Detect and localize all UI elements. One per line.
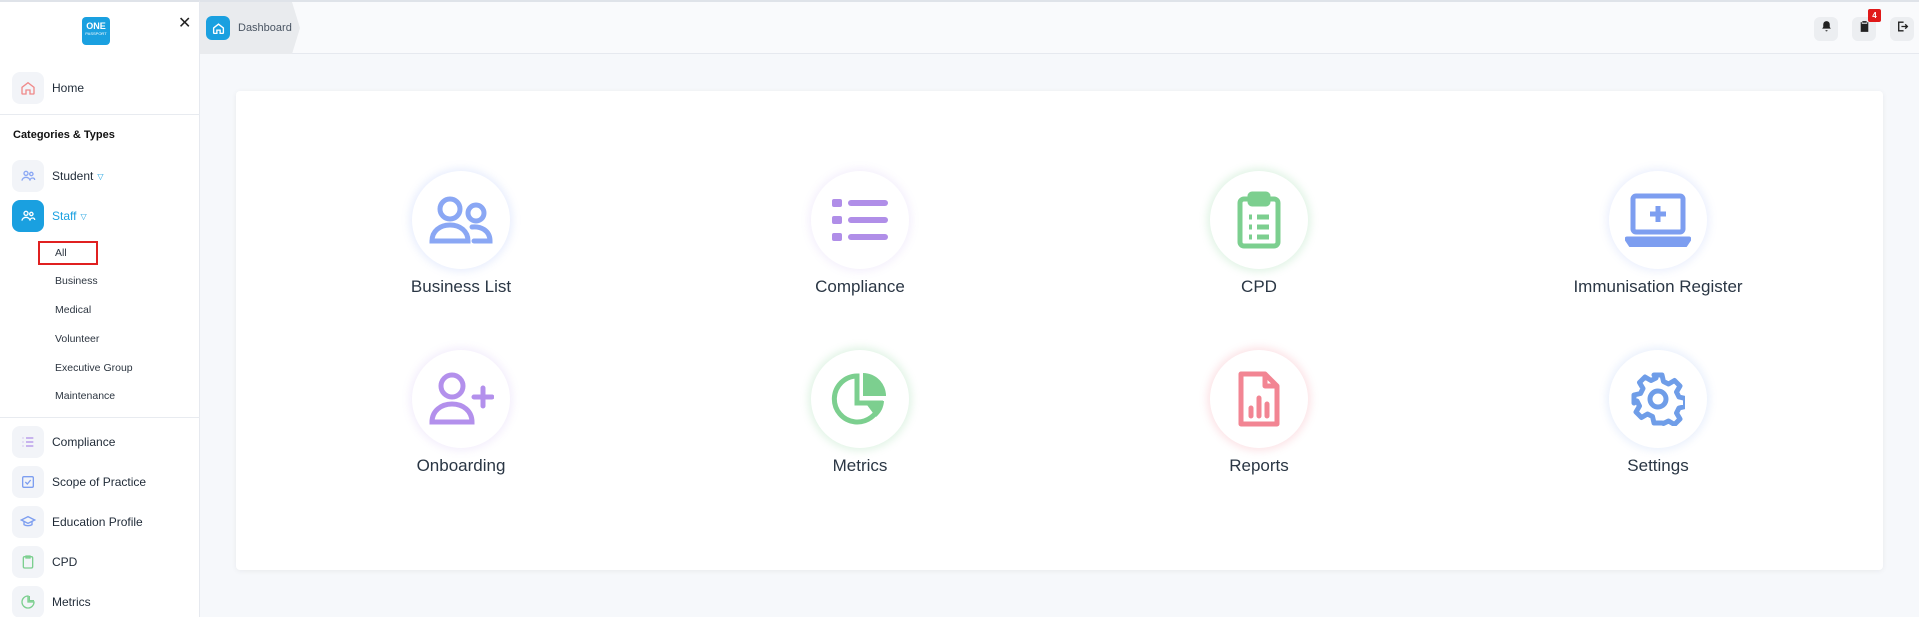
- users-icon: [12, 160, 44, 192]
- staff-sub-all[interactable]: All: [55, 247, 67, 259]
- sidebar-item-education-profile[interactable]: Education Profile: [12, 506, 143, 538]
- breadcrumb-label: Dashboard: [238, 22, 292, 34]
- tile-metrics[interactable]: Metrics: [760, 350, 960, 476]
- chevron-down-icon[interactable]: ▽: [80, 212, 86, 221]
- list-icon: [811, 171, 909, 269]
- tile-reports[interactable]: Reports: [1159, 350, 1359, 476]
- sidebar-item-label: CPD: [52, 555, 78, 569]
- tile-settings[interactable]: Settings: [1558, 350, 1758, 476]
- users-icon: [412, 171, 510, 269]
- tile-immunisation-register[interactable]: Immunisation Register: [1558, 171, 1758, 297]
- sidebar-item-metrics[interactable]: Metrics: [12, 586, 91, 617]
- sidebar-item-staff[interactable]: Staff ▽: [12, 200, 87, 232]
- sidebar: ONE PASSPORT ✕ Home Categories & Types S…: [0, 0, 200, 617]
- staff-sub-volunteer[interactable]: Volunteer: [55, 333, 99, 345]
- clipboard-icon: [1210, 171, 1308, 269]
- staff-sub-maintenance[interactable]: Maintenance: [55, 390, 115, 402]
- notifications-button[interactable]: [1814, 17, 1838, 41]
- laptop-plus-icon: [1609, 171, 1707, 269]
- home-icon: [12, 72, 44, 104]
- users-icon: [12, 200, 44, 232]
- logout-button[interactable]: [1890, 17, 1914, 41]
- tile-label: Business List: [410, 277, 512, 296]
- sidebar-item-student[interactable]: Student ▽: [12, 160, 104, 192]
- pie-chart-icon: [12, 586, 44, 617]
- home-icon: [206, 16, 230, 40]
- tile-compliance[interactable]: Compliance: [760, 171, 960, 297]
- report-file-icon: [1210, 350, 1308, 448]
- logout-icon: [1896, 20, 1909, 38]
- tile-label: Settings: [1627, 456, 1689, 475]
- sidebar-item-label: Home: [52, 81, 85, 95]
- sidebar-item-home[interactable]: Home: [12, 72, 84, 104]
- tile-cpd[interactable]: CPD: [1159, 171, 1359, 297]
- tile-label: Metrics: [832, 456, 888, 475]
- tile-label: CPD: [1241, 277, 1277, 296]
- clipboard-icon: [12, 546, 44, 578]
- pie-chart-icon: [811, 350, 909, 448]
- sidebar-item-cpd[interactable]: CPD: [12, 546, 77, 578]
- tile-label: Onboarding: [416, 456, 506, 475]
- topbar: Dashboard 4: [200, 0, 1919, 54]
- sidebar-item-compliance[interactable]: Compliance: [12, 426, 115, 458]
- highlight-box: [38, 241, 98, 265]
- section-title: Categories & Types: [13, 129, 115, 141]
- staff-sub-business[interactable]: Business: [55, 275, 98, 287]
- sidebar-item-label: Student: [52, 169, 94, 183]
- sidebar-item-label: Education Profile: [52, 515, 143, 529]
- gear-icon: [1609, 350, 1707, 448]
- graduation-cap-icon: [12, 506, 44, 538]
- tasks-button[interactable]: 4: [1852, 9, 1881, 41]
- sidebar-item-label: Scope of Practice: [52, 475, 147, 489]
- checkbox-icon: [12, 466, 44, 498]
- sidebar-item-label: Compliance: [52, 435, 116, 449]
- sidebar-item-label: Metrics: [52, 595, 91, 609]
- clipboard-icon: [1858, 20, 1871, 38]
- close-sidebar-icon[interactable]: ✕: [178, 16, 192, 32]
- tile-onboarding[interactable]: Onboarding: [361, 350, 561, 476]
- sidebar-item-label: Staff: [52, 209, 77, 223]
- chevron-down-icon[interactable]: ▽: [97, 172, 103, 181]
- tile-label: Compliance: [815, 277, 905, 296]
- notification-badge: 4: [1868, 9, 1881, 22]
- app-logo[interactable]: ONE PASSPORT: [82, 17, 110, 45]
- tile-label: Immunisation Register: [1573, 277, 1743, 296]
- divider: [0, 114, 200, 115]
- list-icon: [12, 426, 44, 458]
- tile-business-list[interactable]: Business List: [361, 171, 561, 297]
- dashboard-card: Business List Compliance CPD Immunisatio…: [236, 91, 1883, 570]
- bell-icon: [1820, 20, 1833, 38]
- tile-label: Reports: [1229, 456, 1289, 475]
- sidebar-item-scope-of-practice[interactable]: Scope of Practice: [12, 466, 146, 498]
- user-plus-icon: [412, 350, 510, 448]
- staff-sub-medical[interactable]: Medical: [55, 304, 91, 316]
- breadcrumb[interactable]: Dashboard: [200, 2, 300, 54]
- staff-sub-executive-group[interactable]: Executive Group: [55, 362, 133, 374]
- divider: [0, 417, 200, 418]
